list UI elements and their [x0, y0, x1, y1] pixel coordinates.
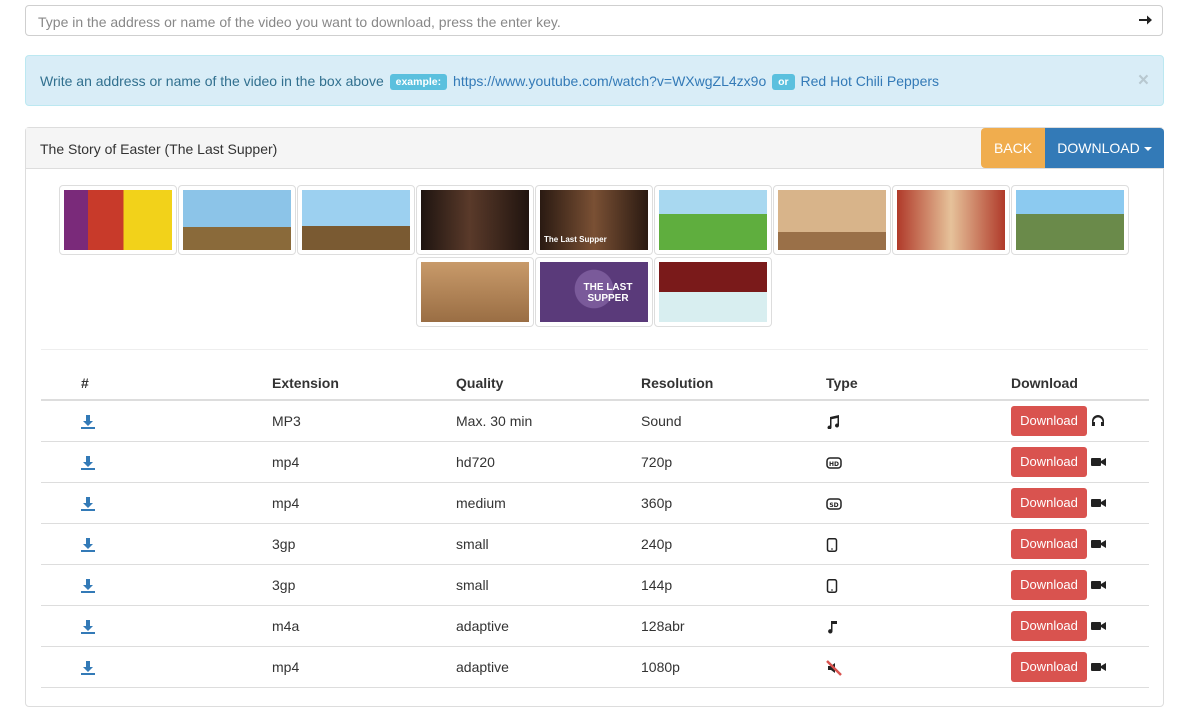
video-camera-icon — [1090, 540, 1106, 548]
sd-video-icon: SD — [826, 498, 842, 510]
cell-resolution: 360p — [641, 482, 826, 524]
search-input[interactable] — [36, 6, 1130, 37]
download-button[interactable]: Download — [1011, 570, 1087, 600]
mobile-icon — [826, 579, 838, 594]
video-camera-icon — [1090, 622, 1106, 630]
example-link[interactable]: https://www.youtube.com/watch?v=WXwgZL4z… — [453, 73, 766, 89]
headphones-icon — [1091, 415, 1104, 426]
cell-quality: small — [456, 523, 641, 565]
download-icon[interactable] — [81, 538, 95, 553]
thumbnail-9[interactable] — [1011, 185, 1129, 255]
download-button[interactable]: Download — [1011, 447, 1087, 477]
download-button[interactable]: Download — [1011, 611, 1087, 641]
col-download: Download — [1011, 367, 1149, 401]
cell-extension: m4a — [272, 605, 456, 647]
download-button[interactable]: Download — [1011, 652, 1087, 682]
cell-quality: medium — [456, 482, 641, 524]
thumbnail-caption: The Last Supper — [544, 235, 607, 244]
thumbnail-3[interactable] — [297, 185, 415, 255]
svg-text:SD: SD — [829, 502, 838, 509]
thumbnail-4[interactable] — [416, 185, 534, 255]
cell-quality: adaptive — [456, 605, 641, 647]
or-label: or — [772, 74, 795, 90]
download-icon[interactable] — [81, 497, 95, 512]
table-row: 3gp small 240p Download — [41, 523, 1149, 565]
video-title: The Story of Easter (The Last Supper) — [40, 141, 278, 157]
thumbnail-caption: THE LAST SUPPER — [583, 282, 633, 304]
video-camera-icon — [1090, 458, 1106, 466]
example-label: example: — [389, 74, 448, 90]
download-dropdown-button[interactable]: DOWNLOAD — [1045, 128, 1164, 168]
col-type: Type — [826, 367, 1011, 401]
download-icon[interactable] — [81, 415, 95, 430]
thumbnail-5[interactable]: The Last Supper — [535, 185, 653, 255]
download-icon[interactable] — [81, 456, 95, 471]
cell-resolution: 240p — [641, 523, 826, 565]
cell-resolution: 144p — [641, 564, 826, 606]
table-header-row: # Extension Quality Resolution Type Down… — [41, 367, 1149, 401]
table-row: mp4 adaptive 1080p Download — [41, 646, 1149, 688]
col-number: # — [41, 367, 272, 401]
col-extension: Extension — [272, 367, 456, 401]
thumbnail-8[interactable] — [892, 185, 1010, 255]
thumbnail-10[interactable] — [416, 257, 534, 327]
artist-link[interactable]: Red Hot Chili Peppers — [801, 73, 940, 89]
cell-quality: hd720 — [456, 441, 641, 483]
download-icon[interactable] — [81, 579, 95, 594]
cell-extension: mp4 — [272, 441, 456, 483]
col-quality: Quality — [456, 367, 641, 401]
cell-resolution: 720p — [641, 441, 826, 483]
no-sound-icon — [826, 659, 842, 676]
cell-quality: small — [456, 564, 641, 606]
download-icon[interactable] — [81, 620, 95, 635]
video-camera-icon — [1090, 581, 1106, 589]
thumbnail-6[interactable] — [654, 185, 772, 255]
arrow-right-icon[interactable] — [1137, 12, 1153, 28]
divider — [41, 349, 1148, 350]
thumbnail-1[interactable] — [59, 185, 177, 255]
close-icon[interactable]: × — [1138, 71, 1149, 90]
music-icon — [827, 415, 840, 430]
cell-extension: mp4 — [272, 646, 456, 688]
table-row: MP3 Max. 30 min Sound Download — [41, 400, 1149, 442]
download-button[interactable]: Download — [1011, 488, 1087, 518]
hd-video-icon: HD — [826, 457, 842, 469]
alert-text: Write an address or name of the video in… — [40, 73, 384, 89]
table-row: m4a adaptive 128abr Download — [41, 605, 1149, 647]
video-camera-icon — [1090, 663, 1106, 671]
cell-resolution: 1080p — [641, 646, 826, 688]
col-resolution: Resolution — [641, 367, 826, 401]
table-row: mp4 medium 360p SD Download — [41, 482, 1149, 524]
download-dropdown-label: DOWNLOAD — [1057, 140, 1140, 156]
table-row: mp4 hd720 720p HD Download — [41, 441, 1149, 483]
cell-resolution: 128abr — [641, 605, 826, 647]
cell-quality: Max. 30 min — [456, 400, 641, 442]
cell-extension: 3gp — [272, 564, 456, 606]
download-button[interactable]: Download — [1011, 406, 1087, 436]
download-button[interactable]: Download — [1011, 529, 1087, 559]
panel-heading: The Story of Easter (The Last Supper) BA… — [26, 128, 1164, 169]
video-panel: The Story of Easter (The Last Supper) BA… — [25, 127, 1164, 707]
download-icon[interactable] — [81, 661, 95, 676]
format-table: # Extension Quality Resolution Type Down… — [41, 367, 1149, 688]
thumbnail-2[interactable] — [178, 185, 296, 255]
thumbnail-12[interactable] — [654, 257, 772, 327]
info-alert: Write an address or name of the video in… — [25, 55, 1164, 106]
thumbnail-11[interactable]: THE LAST SUPPER — [535, 257, 653, 327]
cell-extension: mp4 — [272, 482, 456, 524]
table-row: 3gp small 144p Download — [41, 564, 1149, 606]
mobile-icon — [826, 538, 838, 553]
svg-text:HD: HD — [829, 461, 839, 468]
cell-resolution: Sound — [641, 400, 826, 442]
cell-extension: MP3 — [272, 400, 456, 442]
thumbnail-7[interactable] — [773, 185, 891, 255]
video-camera-icon — [1090, 499, 1106, 507]
thumbnail-gallery: The Last Supper THE LAST SUPPER — [26, 185, 1163, 329]
back-button[interactable]: BACK — [981, 128, 1045, 168]
search-bar — [25, 5, 1163, 37]
music-note-icon — [828, 621, 837, 634]
cell-extension: 3gp — [272, 523, 456, 565]
cell-quality: adaptive — [456, 646, 641, 688]
caret-down-icon — [1143, 147, 1152, 152]
